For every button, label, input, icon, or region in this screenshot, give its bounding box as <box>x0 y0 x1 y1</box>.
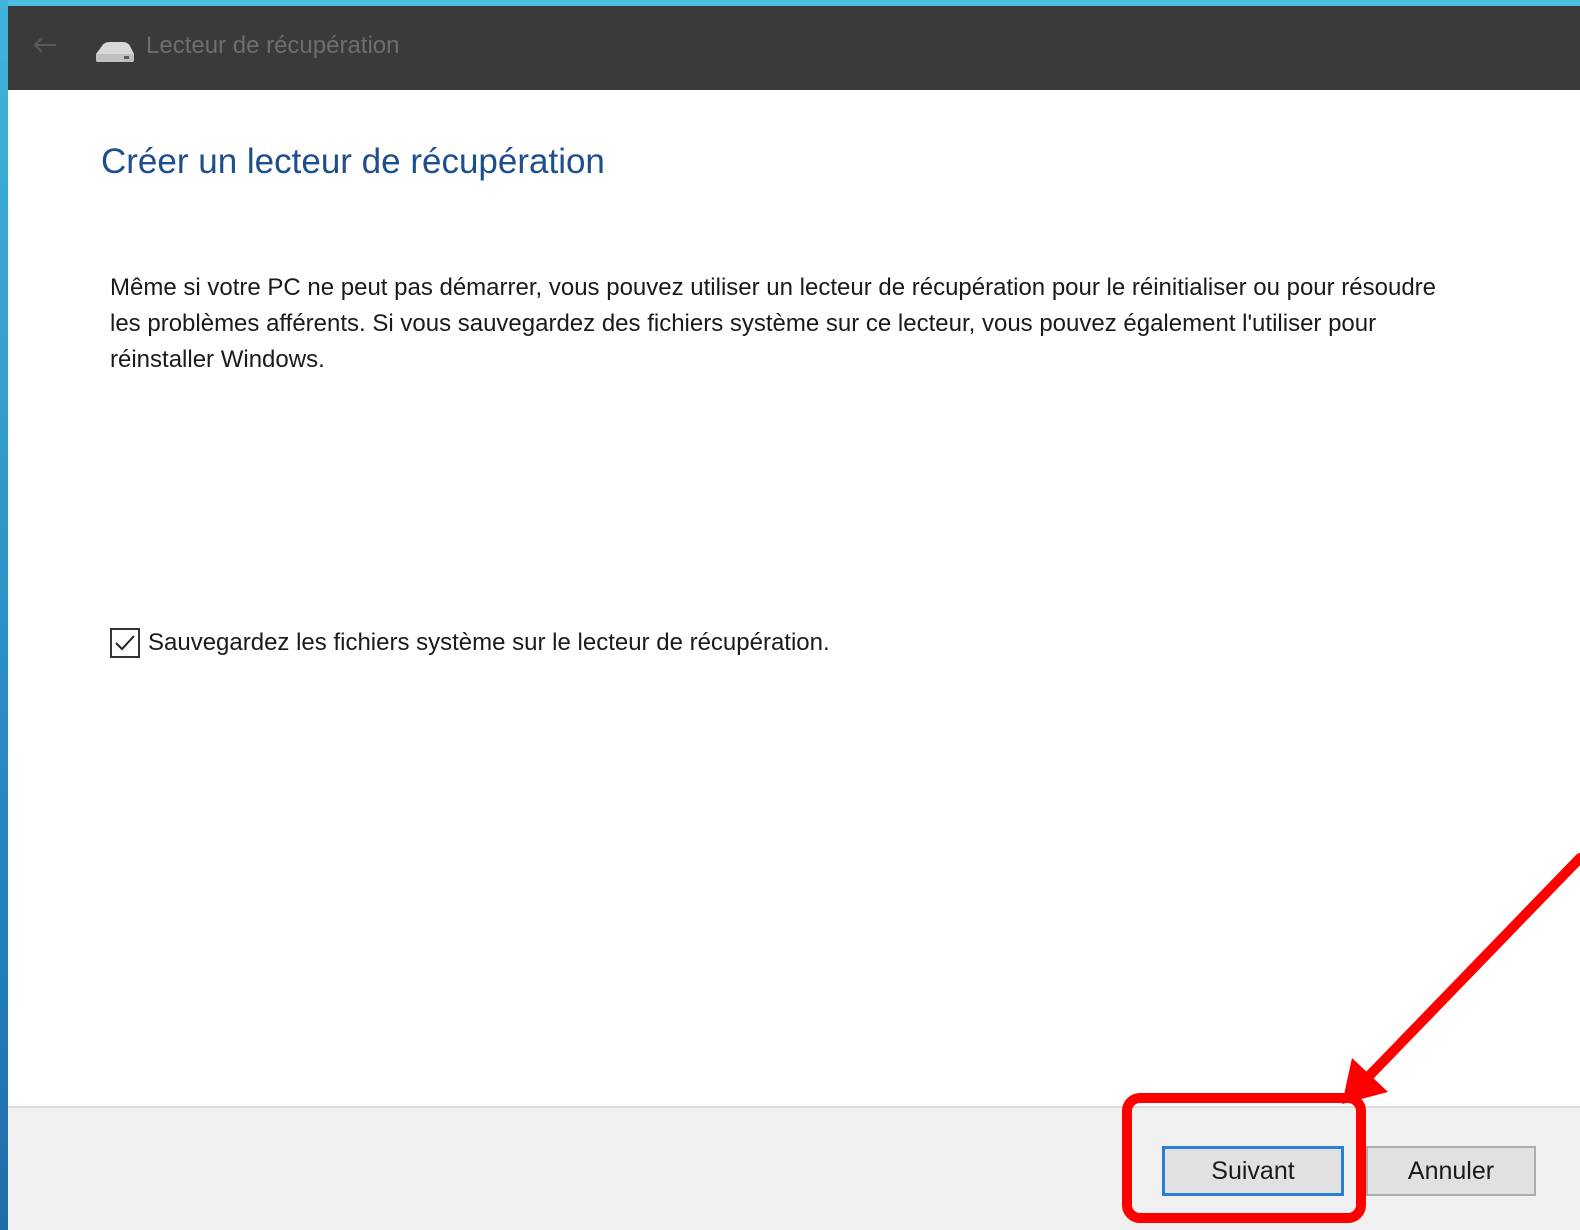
recovery-drive-window: Lecteur de récupération Créer un lecteur… <box>8 0 1580 1230</box>
description-text: Même si votre PC ne peut pas démarrer, v… <box>110 274 1437 373</box>
title-bar: Lecteur de récupération <box>8 6 1580 90</box>
page-title: Créer un lecteur de récupération <box>101 142 605 181</box>
main-content: Créer un lecteur de récupération Même si… <box>8 90 1580 1106</box>
checkmark-icon <box>115 635 135 651</box>
backup-system-files-label: Sauvegardez les fichiers système sur le … <box>148 629 830 656</box>
drive-icon <box>96 42 134 62</box>
window-title: Lecteur de récupération <box>146 32 400 59</box>
highlight-annotation <box>1122 1093 1366 1223</box>
backup-system-files-checkbox[interactable] <box>110 628 140 658</box>
back-arrow-icon <box>33 37 56 53</box>
back-button[interactable] <box>30 30 60 60</box>
backup-system-files-option[interactable]: Sauvegardez les fichiers système sur le … <box>110 628 830 658</box>
cancel-button[interactable]: Annuler <box>1366 1146 1536 1196</box>
